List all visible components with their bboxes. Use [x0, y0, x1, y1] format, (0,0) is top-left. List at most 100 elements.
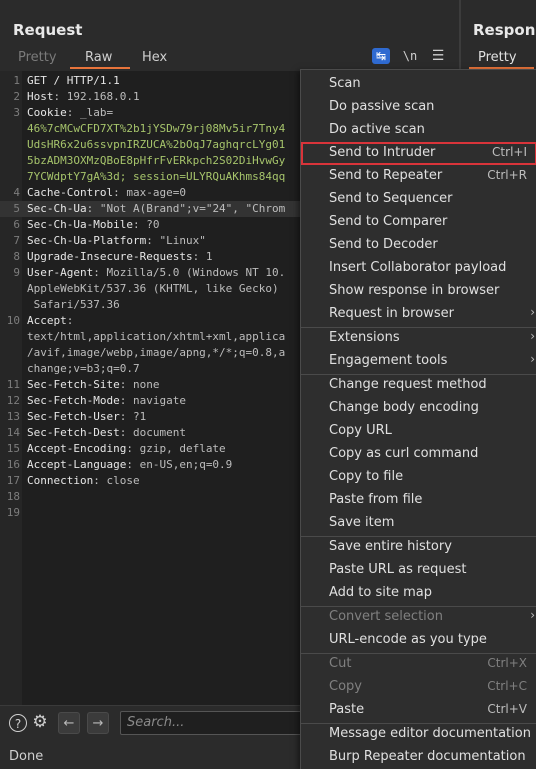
- code-text: UdsHR6x2u6ssvpnIRZUCA%2bOqJ7aghqrcLYg01: [27, 137, 285, 153]
- menu-item-label: Show response in browser: [329, 283, 500, 298]
- line-number: 8: [13, 250, 20, 263]
- request-title: Request: [13, 21, 83, 39]
- submenu-arrow-icon: ›: [530, 352, 535, 366]
- header-value: :: [66, 314, 74, 327]
- context-menu: Scan Do passive scan Do active scan Send to…: [300, 69, 536, 769]
- wrap-lines-icon[interactable]: ↹: [372, 48, 390, 64]
- submenu-arrow-icon: ›: [530, 305, 535, 319]
- menu-item[interactable]: Send to Decoder: [301, 234, 536, 257]
- header-name: Sec-Fetch-User: [27, 410, 120, 423]
- code-text: Safari/537.36: [27, 297, 120, 313]
- code-text: Sec-Fetch-Site: none: [27, 377, 159, 393]
- header-value: : none: [119, 378, 160, 391]
- menu-item[interactable]: Change body encoding: [301, 397, 536, 420]
- menu-item[interactable]: Send to Repeater Ctrl+R: [301, 165, 536, 188]
- menu-item-label: Burp Repeater documentation: [329, 749, 526, 764]
- menu-item[interactable]: Change request method: [301, 374, 536, 397]
- menu-item[interactable]: Show response in browser: [301, 280, 536, 303]
- code-text: Sec-Fetch-Dest: document: [27, 425, 186, 441]
- menu-item-label: Copy to file: [329, 469, 404, 484]
- menu-item-label: Save entire history: [329, 539, 452, 554]
- tab-raw[interactable]: Raw: [85, 50, 112, 65]
- menu-item-label: Extensions: [329, 330, 400, 345]
- header-value: AppleWebKit/537.36 (KHTML, like Gecko): [27, 282, 279, 295]
- code-text: Host: 192.168.0.1: [27, 89, 140, 105]
- header-value: : "Not A(Brand";v="24", "Chrom: [86, 202, 286, 215]
- header-value: : navigate: [119, 394, 186, 407]
- code-text: Sec-Fetch-Mode: navigate: [27, 393, 186, 409]
- menu-item[interactable]: Copy URL: [301, 420, 536, 443]
- next-match-button[interactable]: →: [87, 712, 109, 734]
- submenu-arrow-icon: ›: [530, 608, 535, 622]
- menu-item-label: Request in browser: [329, 306, 454, 321]
- line-number: 3: [13, 106, 20, 119]
- code-text: Sec-Ch-Ua: "Not A(Brand";v="24", "Chrom: [27, 201, 285, 217]
- header-value: : _lab=: [66, 106, 114, 119]
- menu-item[interactable]: Do active scan: [301, 119, 536, 142]
- code-text: Accept-Language: en-US,en;q=0.9: [27, 457, 232, 473]
- header-name: Sec-Ch-Ua: [27, 202, 87, 215]
- previous-match-button[interactable]: ←: [58, 712, 80, 734]
- menu-item: Cut Ctrl+X: [301, 653, 536, 676]
- code-text: Accept-Encoding: gzip, deflate: [27, 441, 226, 457]
- header-value: change;v=b3;q=0.7: [27, 362, 140, 375]
- response-tab-pretty[interactable]: Pretty: [478, 50, 517, 65]
- menu-item[interactable]: Save item: [301, 512, 536, 535]
- menu-item-label: Engagement tools: [329, 353, 448, 368]
- header-value: : 1: [192, 250, 213, 263]
- menu-item-label: Send to Intruder: [329, 145, 436, 160]
- line-number: 4: [13, 186, 20, 199]
- menu-item-label: Copy: [329, 679, 362, 694]
- menu-item[interactable]: Copy as curl command: [301, 443, 536, 466]
- header-value: : "Linux": [146, 234, 206, 247]
- header-name: Accept: [27, 314, 67, 327]
- menu-item-label: Paste: [329, 702, 365, 717]
- code-text: 46%7cMCwCFD7XT%2b1jYSDw79rj08Mv5ir7Tny4: [27, 121, 285, 137]
- cookie-value: UdsHR6x2u6ssvpnIRZUCA%2bOqJ7aghqrcLYg01: [27, 138, 286, 151]
- menu-item[interactable]: Do passive scan: [301, 96, 536, 119]
- menu-item[interactable]: Copy to file: [301, 466, 536, 489]
- help-icon[interactable]: ?: [9, 714, 27, 732]
- tab-hex[interactable]: Hex: [142, 50, 167, 65]
- menu-item[interactable]: Message editor documentation: [301, 723, 536, 746]
- gear-icon[interactable]: ⚙: [31, 714, 49, 732]
- code-text: 7YCWdptY7gA%3d; session=ULYRQuAKhms84qq: [27, 169, 285, 185]
- menu-item[interactable]: URL-encode as you type: [301, 629, 536, 652]
- menu-item-shortcut: Ctrl+I: [492, 145, 527, 159]
- menu-item[interactable]: Send to Sequencer: [301, 188, 536, 211]
- code-text: Connection: close: [27, 473, 140, 489]
- hamburger-menu-icon[interactable]: ☰: [429, 48, 447, 64]
- menu-item[interactable]: Send to Intruder Ctrl+I: [301, 142, 536, 165]
- menu-item[interactable]: Extensions ›: [301, 327, 536, 350]
- menu-item[interactable]: Send to Comparer: [301, 211, 536, 234]
- menu-item[interactable]: Paste from file: [301, 489, 536, 512]
- menu-item-label: Send to Comparer: [329, 214, 448, 229]
- show-newlines-button[interactable]: \n: [401, 48, 419, 64]
- cookie-value: 7YCWdptY7gA%3d; session=ULYRQuAKhms84qq: [27, 170, 286, 183]
- line-number: 17: [6, 474, 20, 487]
- menu-item[interactable]: Insert Collaborator payload: [301, 257, 536, 280]
- menu-item-label: Message editor documentation: [329, 726, 531, 741]
- menu-item[interactable]: Engagement tools ›: [301, 350, 536, 373]
- menu-item[interactable]: Burp Repeater documentation: [301, 746, 536, 769]
- menu-item-label: Change body encoding: [329, 400, 479, 415]
- line-number: 1: [13, 74, 20, 87]
- menu-item[interactable]: Scan: [301, 73, 536, 96]
- line-number: 5: [13, 202, 20, 215]
- code-text: text/html,application/xhtml+xml,applica: [27, 329, 285, 345]
- menu-item: Copy Ctrl+C: [301, 676, 536, 699]
- header-value: : document: [119, 426, 186, 439]
- line-number: 9: [13, 266, 20, 279]
- header-value: : close: [93, 474, 140, 487]
- line-number: 6: [13, 218, 20, 231]
- header-value: : ?0: [132, 218, 160, 231]
- menu-item[interactable]: Add to site map: [301, 582, 536, 605]
- tab-pretty[interactable]: Pretty: [18, 50, 57, 65]
- header-name: Sec-Fetch-Mode: [27, 394, 120, 407]
- header-name: Sec-Fetch-Dest: [27, 426, 120, 439]
- menu-item[interactable]: Save entire history: [301, 536, 536, 559]
- menu-item[interactable]: Request in browser ›: [301, 303, 536, 326]
- menu-item[interactable]: Paste URL as request: [301, 559, 536, 582]
- menu-item[interactable]: Paste Ctrl+V: [301, 699, 536, 722]
- submenu-arrow-icon: ›: [530, 329, 535, 343]
